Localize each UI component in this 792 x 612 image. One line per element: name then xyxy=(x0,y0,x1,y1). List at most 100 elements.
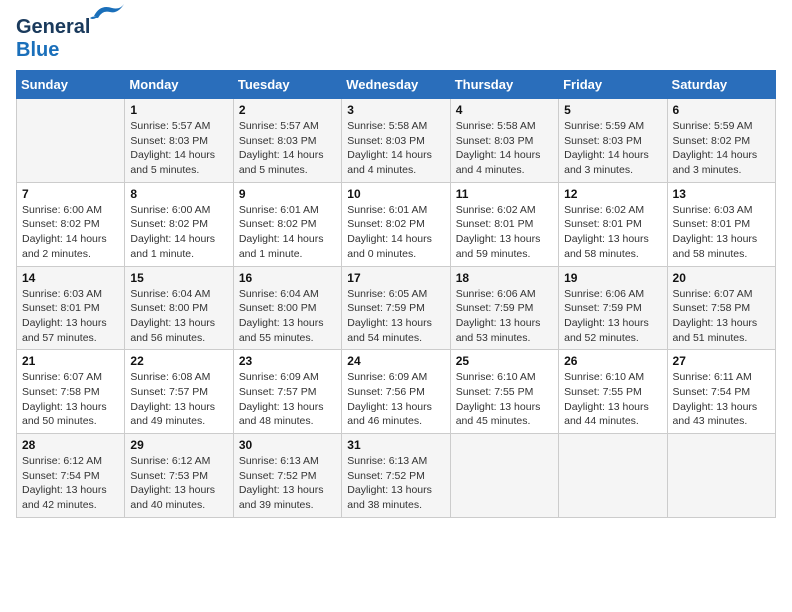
day-number: 12 xyxy=(564,187,661,201)
day-cell: 16Sunrise: 6:04 AM Sunset: 8:00 PM Dayli… xyxy=(233,266,341,350)
weekday-wednesday: Wednesday xyxy=(342,71,450,99)
day-cell: 13 Sunrise: 6:03 AM Sunset: 8:01 PM Dayli… xyxy=(667,182,775,266)
day-cell: 9 Sunrise: 6:01 AM Sunset: 8:02 PM Daylig… xyxy=(233,182,341,266)
day-cell: 17Sunrise: 6:05 AM Sunset: 7:59 PM Dayli… xyxy=(342,266,450,350)
day-number: 24 xyxy=(347,354,444,368)
week-row-2: 7 Sunrise: 6:00 AM Sunset: 8:02 PM Daylig… xyxy=(17,182,776,266)
day-cell: 25Sunrise: 6:10 AM Sunset: 7:55 PM Dayli… xyxy=(450,350,558,434)
day-number: 4 xyxy=(456,103,553,117)
day-info: Sunrise: 6:07 AM Sunset: 7:58 PM Dayligh… xyxy=(673,287,770,346)
day-info: Sunrise: 6:12 AM Sunset: 7:54 PM Dayligh… xyxy=(22,454,119,513)
day-cell: 15Sunrise: 6:04 AM Sunset: 8:00 PM Dayli… xyxy=(125,266,233,350)
calendar-body: 1 Sunrise: 5:57 AM Sunset: 8:03 PM Daylig… xyxy=(17,99,776,518)
day-number: 23 xyxy=(239,354,336,368)
day-number: 19 xyxy=(564,271,661,285)
day-cell: 30Sunrise: 6:13 AM Sunset: 7:52 PM Dayli… xyxy=(233,434,341,518)
day-number: 20 xyxy=(673,271,770,285)
day-info: Sunrise: 6:12 AM Sunset: 7:53 PM Dayligh… xyxy=(130,454,227,513)
day-info: Sunrise: 6:10 AM Sunset: 7:55 PM Dayligh… xyxy=(564,370,661,429)
day-info: Sunrise: 6:09 AM Sunset: 7:57 PM Dayligh… xyxy=(239,370,336,429)
day-cell xyxy=(667,434,775,518)
day-cell: 10 Sunrise: 6:01 AM Sunset: 8:02 PM Dayli… xyxy=(342,182,450,266)
day-cell: 12 Sunrise: 6:02 AM Sunset: 8:01 PM Dayli… xyxy=(559,182,667,266)
day-number: 2 xyxy=(239,103,336,117)
day-info: Sunrise: 6:10 AM Sunset: 7:55 PM Dayligh… xyxy=(456,370,553,429)
day-info: Sunrise: 6:02 AM Sunset: 8:01 PM Dayligh… xyxy=(564,203,661,262)
week-row-4: 21 Sunrise: 6:07 AM Sunset: 7:58 PM Dayli… xyxy=(17,350,776,434)
day-cell: 23 Sunrise: 6:09 AM Sunset: 7:57 PM Dayli… xyxy=(233,350,341,434)
day-info: Sunrise: 6:03 AM Sunset: 8:01 PM Dayligh… xyxy=(22,287,119,346)
weekday-sunday: Sunday xyxy=(17,71,125,99)
day-info: Sunrise: 5:58 AM Sunset: 8:03 PM Dayligh… xyxy=(347,119,444,178)
day-number: 5 xyxy=(564,103,661,117)
day-info: Sunrise: 5:57 AM Sunset: 8:03 PM Dayligh… xyxy=(239,119,336,178)
day-info: Sunrise: 6:11 AM Sunset: 7:54 PM Dayligh… xyxy=(673,370,770,429)
day-cell: 24Sunrise: 6:09 AM Sunset: 7:56 PM Dayli… xyxy=(342,350,450,434)
day-cell: 6 Sunrise: 5:59 AM Sunset: 8:02 PM Daylig… xyxy=(667,99,775,183)
weekday-monday: Monday xyxy=(125,71,233,99)
day-number: 31 xyxy=(347,438,444,452)
weekday-friday: Friday xyxy=(559,71,667,99)
day-info: Sunrise: 5:58 AM Sunset: 8:03 PM Dayligh… xyxy=(456,119,553,178)
week-row-3: 14 Sunrise: 6:03 AM Sunset: 8:01 PM Dayli… xyxy=(17,266,776,350)
day-cell: 21 Sunrise: 6:07 AM Sunset: 7:58 PM Dayli… xyxy=(17,350,125,434)
day-number: 9 xyxy=(239,187,336,201)
day-number: 7 xyxy=(22,187,119,201)
day-info: Sunrise: 6:07 AM Sunset: 7:58 PM Dayligh… xyxy=(22,370,119,429)
day-number: 14 xyxy=(22,271,119,285)
day-info: Sunrise: 6:06 AM Sunset: 7:59 PM Dayligh… xyxy=(456,287,553,346)
day-number: 1 xyxy=(130,103,227,117)
day-info: Sunrise: 6:01 AM Sunset: 8:02 PM Dayligh… xyxy=(239,203,336,262)
day-number: 30 xyxy=(239,438,336,452)
day-number: 17 xyxy=(347,271,444,285)
day-info: Sunrise: 6:01 AM Sunset: 8:02 PM Dayligh… xyxy=(347,203,444,262)
day-number: 13 xyxy=(673,187,770,201)
day-info: Sunrise: 6:06 AM Sunset: 7:59 PM Dayligh… xyxy=(564,287,661,346)
page-header: General Blue xyxy=(16,16,776,62)
weekday-thursday: Thursday xyxy=(450,71,558,99)
day-cell: 28 Sunrise: 6:12 AM Sunset: 7:54 PM Dayli… xyxy=(17,434,125,518)
day-cell: 27Sunrise: 6:11 AM Sunset: 7:54 PM Dayli… xyxy=(667,350,775,434)
day-cell: 29 Sunrise: 6:12 AM Sunset: 7:53 PM Dayli… xyxy=(125,434,233,518)
weekday-saturday: Saturday xyxy=(667,71,775,99)
day-info: Sunrise: 6:00 AM Sunset: 8:02 PM Dayligh… xyxy=(22,203,119,262)
day-info: Sunrise: 5:59 AM Sunset: 8:02 PM Dayligh… xyxy=(673,119,770,178)
day-number: 22 xyxy=(130,354,227,368)
day-cell xyxy=(559,434,667,518)
day-cell xyxy=(17,99,125,183)
calendar-header: SundayMondayTuesdayWednesdayThursdayFrid… xyxy=(17,71,776,99)
day-info: Sunrise: 6:08 AM Sunset: 7:57 PM Dayligh… xyxy=(130,370,227,429)
day-cell: 26 Sunrise: 6:10 AM Sunset: 7:55 PM Dayli… xyxy=(559,350,667,434)
day-cell: 22 Sunrise: 6:08 AM Sunset: 7:57 PM Dayli… xyxy=(125,350,233,434)
day-cell: 4 Sunrise: 5:58 AM Sunset: 8:03 PM Daylig… xyxy=(450,99,558,183)
day-number: 6 xyxy=(673,103,770,117)
day-number: 26 xyxy=(564,354,661,368)
day-number: 21 xyxy=(22,354,119,368)
day-number: 29 xyxy=(130,438,227,452)
day-cell: 14 Sunrise: 6:03 AM Sunset: 8:01 PM Dayli… xyxy=(17,266,125,350)
day-cell: 20 Sunrise: 6:07 AM Sunset: 7:58 PM Dayli… xyxy=(667,266,775,350)
day-cell: 18 Sunrise: 6:06 AM Sunset: 7:59 PM Dayli… xyxy=(450,266,558,350)
week-row-1: 1 Sunrise: 5:57 AM Sunset: 8:03 PM Daylig… xyxy=(17,99,776,183)
day-cell: 11 Sunrise: 6:02 AM Sunset: 8:01 PM Dayli… xyxy=(450,182,558,266)
week-row-5: 28 Sunrise: 6:12 AM Sunset: 7:54 PM Dayli… xyxy=(17,434,776,518)
day-cell: 8Sunrise: 6:00 AM Sunset: 8:02 PM Daylig… xyxy=(125,182,233,266)
day-info: Sunrise: 6:02 AM Sunset: 8:01 PM Dayligh… xyxy=(456,203,553,262)
day-info: Sunrise: 6:03 AM Sunset: 8:01 PM Dayligh… xyxy=(673,203,770,262)
day-number: 10 xyxy=(347,187,444,201)
day-cell: 1Sunrise: 5:57 AM Sunset: 8:03 PM Daylig… xyxy=(125,99,233,183)
calendar-table: SundayMondayTuesdayWednesdayThursdayFrid… xyxy=(16,70,776,518)
day-number: 28 xyxy=(22,438,119,452)
day-info: Sunrise: 6:13 AM Sunset: 7:52 PM Dayligh… xyxy=(347,454,444,513)
day-info: Sunrise: 6:00 AM Sunset: 8:02 PM Dayligh… xyxy=(130,203,227,262)
day-info: Sunrise: 5:59 AM Sunset: 8:03 PM Dayligh… xyxy=(564,119,661,178)
day-number: 11 xyxy=(456,187,553,201)
day-info: Sunrise: 6:04 AM Sunset: 8:00 PM Dayligh… xyxy=(130,287,227,346)
day-cell: 19 Sunrise: 6:06 AM Sunset: 7:59 PM Dayli… xyxy=(559,266,667,350)
day-cell: 31 Sunrise: 6:13 AM Sunset: 7:52 PM Dayli… xyxy=(342,434,450,518)
day-number: 18 xyxy=(456,271,553,285)
weekday-tuesday: Tuesday xyxy=(233,71,341,99)
day-cell: 5 Sunrise: 5:59 AM Sunset: 8:03 PM Daylig… xyxy=(559,99,667,183)
weekday-row: SundayMondayTuesdayWednesdayThursdayFrid… xyxy=(17,71,776,99)
day-cell: 3Sunrise: 5:58 AM Sunset: 8:03 PM Daylig… xyxy=(342,99,450,183)
